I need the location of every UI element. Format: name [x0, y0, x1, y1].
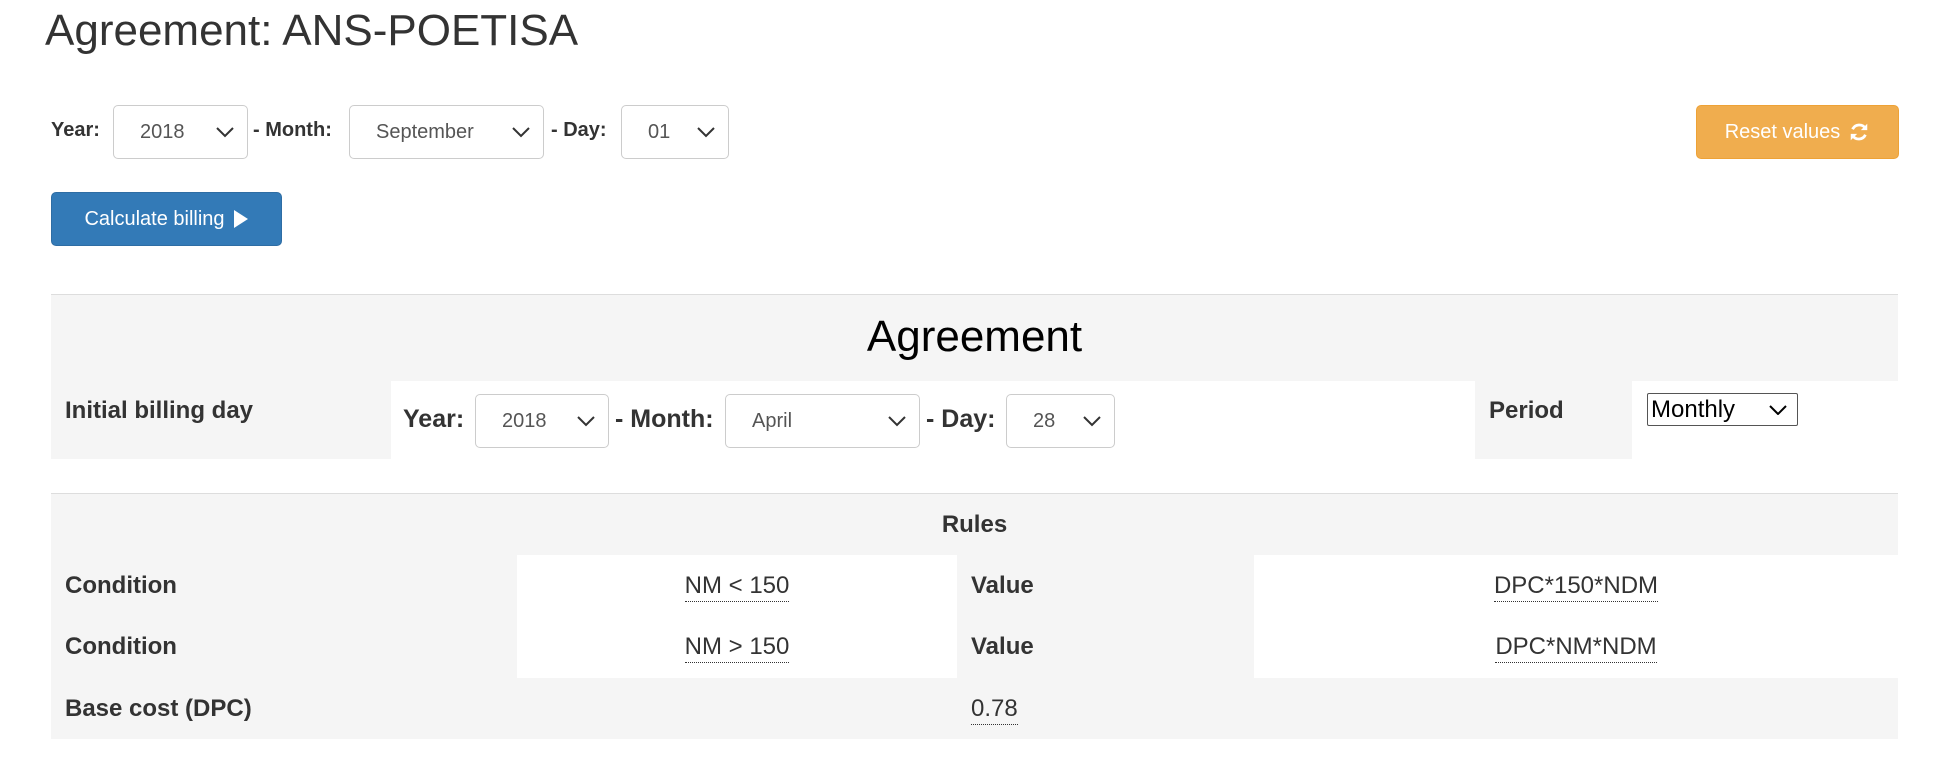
chevron-down-icon	[577, 416, 595, 427]
rule-condition-label-text: Condition	[65, 633, 177, 660]
day-select-value: 01	[648, 121, 671, 143]
rule-condition-label: Condition	[51, 555, 517, 616]
page-title: Agreement: ANS-POETISA	[45, 6, 579, 55]
initial-billing-day-label: Initial billing day	[51, 381, 391, 459]
rule-condition-cell: NM > 150	[517, 616, 957, 678]
year-select-value: 2018	[140, 121, 185, 143]
agreement-panel-header: Agreement	[51, 294, 1898, 381]
year-select[interactable]: 2018	[113, 105, 248, 159]
calculate-billing-button[interactable]: Calculate billing	[51, 192, 282, 246]
base-cost-cell: 0.78	[957, 678, 1898, 739]
agreement-year-label: Year:	[403, 405, 465, 433]
month-label: - Month:	[253, 119, 332, 141]
agreement-month-select[interactable]: April	[725, 394, 920, 448]
agreement-day-value: 28	[1033, 410, 1056, 432]
rule-condition-value[interactable]: NM < 150	[684, 572, 790, 602]
chevron-down-icon	[1083, 416, 1101, 427]
agreement-day-select[interactable]: 28	[1006, 394, 1115, 448]
period-label-cell: Period	[1475, 381, 1632, 459]
rule-value-label: Value	[957, 555, 1254, 616]
base-cost-label: Base cost (DPC)	[51, 678, 957, 739]
reset-values-label: Reset values	[1724, 120, 1841, 143]
chevron-down-icon	[1769, 405, 1787, 415]
reset-values-button[interactable]: Reset values	[1696, 105, 1899, 159]
base-cost-value[interactable]: 0.78	[971, 695, 1018, 725]
chevron-down-icon	[512, 127, 530, 138]
agreement-month-label: - Month:	[615, 405, 714, 433]
period-select-value: Monthly	[1651, 396, 1736, 423]
agreement-day-label: - Day:	[926, 405, 996, 433]
calculate-billing-label: Calculate billing	[84, 207, 225, 230]
day-label: - Day:	[551, 119, 607, 141]
year-label: Year:	[51, 119, 100, 141]
agreement-heading: Agreement	[866, 312, 1083, 361]
period-select[interactable]: Monthly	[1647, 393, 1798, 426]
base-cost-label-text: Base cost (DPC)	[65, 695, 252, 722]
rule-value-label-text: Value	[971, 633, 1034, 660]
chevron-down-icon	[216, 127, 234, 138]
rule-value-label: Value	[957, 616, 1254, 678]
agreement-year-value: 2018	[502, 410, 547, 432]
rule-condition-cell: NM < 150	[517, 555, 957, 616]
initial-billing-day-text: Initial billing day	[65, 397, 254, 424]
chevron-down-icon	[888, 416, 906, 427]
day-select[interactable]: 01	[621, 105, 729, 159]
rule-condition-value[interactable]: NM > 150	[684, 633, 790, 663]
refresh-icon	[1851, 123, 1868, 141]
rules-panel-header: Rules	[51, 493, 1898, 555]
rule-condition-label-text: Condition	[65, 572, 177, 599]
period-label: Period	[1489, 397, 1564, 424]
rule-value-formula[interactable]: DPC*150*NDM	[1493, 572, 1659, 602]
play-icon	[233, 210, 248, 228]
rule-condition-label: Condition	[51, 616, 517, 678]
agreement-month-value: April	[752, 410, 793, 432]
chevron-down-icon	[697, 127, 715, 138]
rule-value-formula[interactable]: DPC*NM*NDM	[1495, 633, 1657, 663]
month-select[interactable]: September	[349, 105, 544, 159]
agreement-year-select[interactable]: 2018	[475, 394, 609, 448]
rules-heading: Rules	[941, 511, 1008, 538]
rule-value-cell: DPC*150*NDM	[1254, 555, 1898, 616]
month-select-value: September	[376, 121, 474, 143]
rule-value-cell: DPC*NM*NDM	[1254, 616, 1898, 678]
rule-value-label-text: Value	[971, 572, 1034, 599]
